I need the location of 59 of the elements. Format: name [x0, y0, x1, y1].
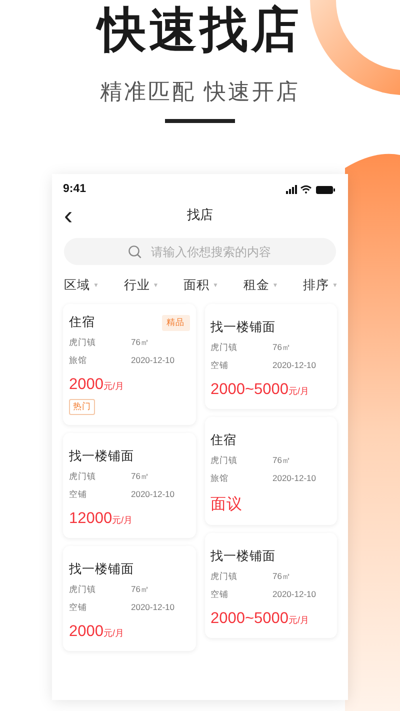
- type-text: 空铺: [210, 360, 230, 372]
- type-text: 空铺: [210, 589, 230, 601]
- listing-card[interactable]: 住宿 精品 虎门镇 76㎡ 旅馆 2020-12-10 2000元/月 热门: [63, 304, 196, 425]
- district-text: 虎门镇: [69, 584, 97, 596]
- listing-card[interactable]: 住宿 虎门镇 76㎡ 旅馆 2020-12-10 面议: [204, 417, 337, 525]
- search-icon: [128, 245, 142, 259]
- price-unit: 元/月: [288, 385, 310, 398]
- promo-subtitle: 精准匹配 快速开店: [100, 78, 300, 106]
- price-text: 2000~5000: [210, 381, 289, 399]
- type-text: 空铺: [69, 489, 88, 501]
- listing-title: 找一楼铺面: [69, 448, 134, 465]
- area-text: 76㎡: [272, 455, 292, 467]
- price-text: 2000~5000: [210, 610, 289, 628]
- date-text: 2020-12-10: [131, 602, 176, 614]
- price-unit: 元/月: [103, 380, 124, 393]
- type-text: 旅馆: [210, 473, 230, 485]
- district-text: 虎门镇: [210, 342, 238, 354]
- date-text: 2020-12-10: [272, 589, 317, 601]
- listing-title: 住宿: [210, 432, 236, 449]
- type-text: 旅馆: [69, 355, 88, 367]
- hot-tag: 热门: [69, 399, 95, 415]
- back-button[interactable]: ‹: [62, 202, 75, 228]
- promo-headline: 快速找店: [98, 3, 302, 59]
- status-time: 9:41: [63, 183, 86, 195]
- area-text: 76㎡: [131, 584, 150, 596]
- type-text: 空铺: [69, 602, 88, 614]
- listing-title: 找一楼铺面: [69, 561, 134, 578]
- price-text: 面议: [210, 495, 242, 515]
- district-text: 虎门镇: [210, 571, 238, 583]
- premium-badge: 精品: [162, 314, 190, 330]
- price-unit: 元/月: [288, 614, 310, 627]
- battery-icon: [316, 186, 335, 194]
- date-text: 2020-12-10: [131, 489, 176, 501]
- wifi-icon: [300, 184, 312, 193]
- search-field[interactable]: 请输入你想搜索的内容: [64, 238, 336, 265]
- listing-card[interactable]: 找一楼铺面 虎门镇 76㎡ 空铺 2020-12-10 2000~5000元/月: [204, 304, 337, 409]
- district-text: 虎门镇: [69, 337, 97, 349]
- area-text: 76㎡: [272, 342, 292, 354]
- district-text: 虎门镇: [210, 455, 238, 467]
- area-text: 76㎡: [131, 471, 150, 483]
- listing-title: 住宿: [69, 314, 95, 331]
- listing-title: 找一楼铺面: [210, 319, 276, 336]
- price-text: 2000: [69, 623, 104, 641]
- district-text: 虎门镇: [69, 471, 97, 483]
- price-text: 2000: [69, 376, 104, 394]
- signal-icon: [286, 184, 297, 194]
- price-text: 12000: [69, 510, 112, 528]
- listing-title: 找一楼铺面: [210, 548, 276, 565]
- date-text: 2020-12-10: [272, 473, 317, 485]
- price-unit: 元/月: [112, 514, 133, 527]
- area-text: 76㎡: [272, 571, 292, 583]
- date-text: 2020-12-10: [272, 360, 317, 372]
- page-title: 找店: [187, 206, 213, 224]
- listing-card[interactable]: 找一楼铺面 虎门镇 76㎡ 空铺 2020-12-10 2000元/月: [63, 546, 196, 651]
- date-text: 2020-12-10: [131, 355, 176, 367]
- area-text: 76㎡: [131, 337, 150, 349]
- listing-card[interactable]: 找一楼铺面 虎门镇 76㎡ 空铺 2020-12-10 2000~5000元/月: [204, 533, 337, 638]
- listing-card[interactable]: 找一楼铺面 虎门镇 76㎡ 空铺 2020-12-10 12000元/月: [63, 433, 196, 538]
- price-unit: 元/月: [103, 627, 124, 640]
